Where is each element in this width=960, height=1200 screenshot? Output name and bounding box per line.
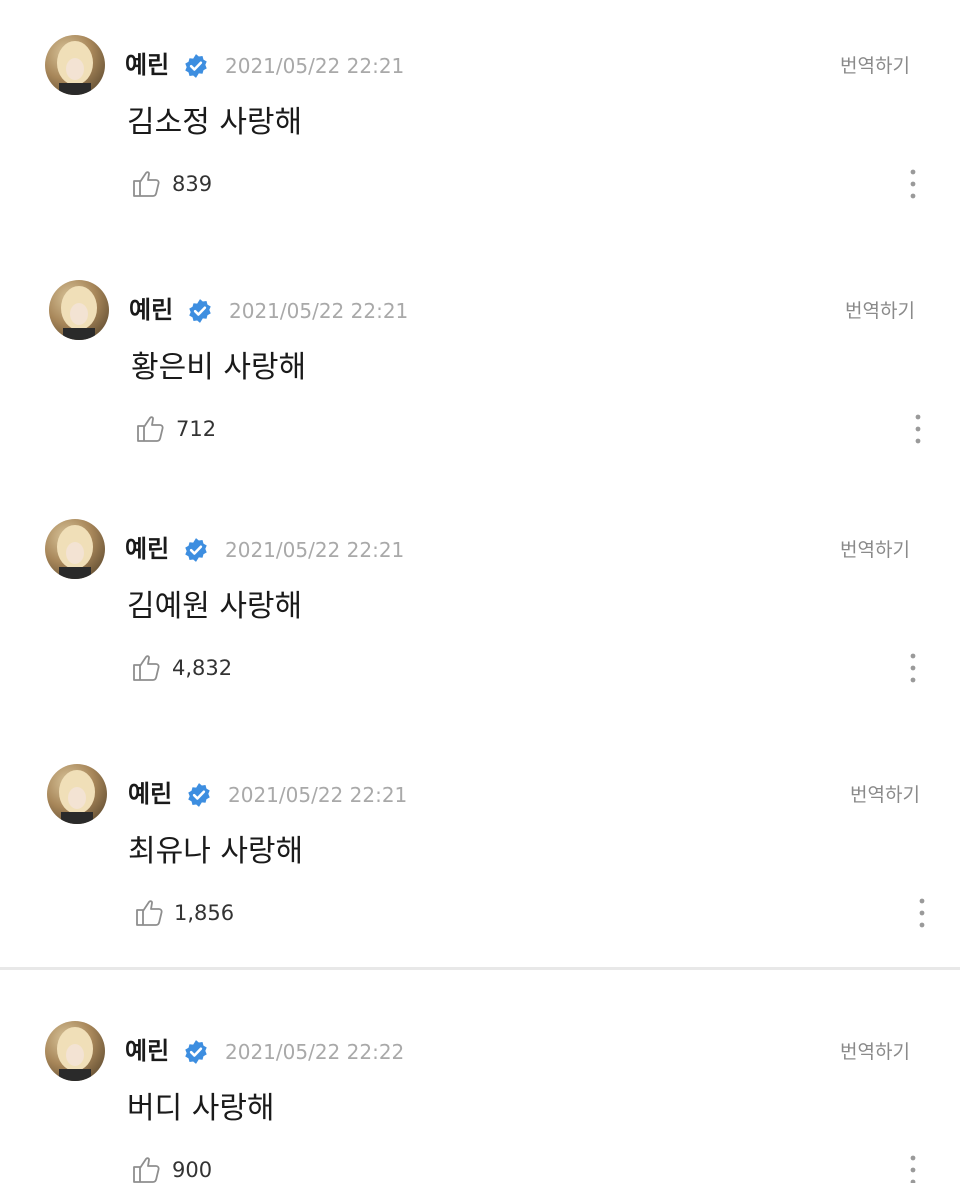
- author-name: 예린: [129, 296, 174, 324]
- comment-item: 예린 2021/05/22 22:22 번역하기 버디 사랑해 900: [0, 1021, 960, 1200]
- verified-badge-icon: [185, 538, 207, 562]
- author-name: 예린: [125, 51, 170, 79]
- translate-button[interactable]: 번역하기: [840, 53, 910, 79]
- verified-badge-icon: [188, 783, 210, 807]
- comment-item: 예린 2021/05/22 22:21 번역하기 최유나 사랑해 1,856: [0, 764, 960, 994]
- author-name: 예린: [125, 535, 170, 563]
- more-vertical-icon[interactable]: [910, 412, 926, 446]
- like-count: 900: [172, 1158, 213, 1182]
- verified-badge-icon: [189, 299, 211, 323]
- divider: [0, 967, 960, 970]
- like-count: 712: [176, 417, 217, 441]
- more-vertical-icon[interactable]: [905, 167, 921, 201]
- like-count: 4,832: [172, 656, 233, 680]
- verified-badge-icon: [185, 1040, 207, 1064]
- comment-text: 김소정 사랑해: [127, 105, 303, 140]
- avatar[interactable]: [49, 280, 109, 340]
- avatar[interactable]: [45, 1021, 105, 1081]
- comment-text: 김예원 사랑해: [127, 589, 303, 624]
- comment-item: 예린 2021/05/22 22:21 번역하기 김예원 사랑해 4,832: [0, 519, 960, 749]
- comment-date: 2021/05/22 22:21: [225, 538, 405, 562]
- like-count: 1,856: [174, 901, 235, 925]
- translate-button[interactable]: 번역하기: [845, 298, 915, 324]
- author-name: 예린: [125, 1037, 170, 1065]
- avatar[interactable]: [45, 519, 105, 579]
- comment-text: 버디 사랑해: [127, 1091, 275, 1126]
- thumbs-up-icon[interactable]: [131, 167, 163, 199]
- verified-badge-icon: [185, 54, 207, 78]
- more-vertical-icon[interactable]: [914, 896, 930, 930]
- more-vertical-icon[interactable]: [905, 651, 921, 685]
- comment-date: 2021/05/22 22:22: [225, 1040, 405, 1064]
- thumbs-up-icon[interactable]: [131, 1153, 163, 1185]
- avatar[interactable]: [47, 764, 107, 824]
- translate-button[interactable]: 번역하기: [840, 537, 910, 563]
- comment-item: 예린 2021/05/22 22:21 번역하기 황은비 사랑해 712: [0, 280, 960, 510]
- comment-text: 황은비 사랑해: [131, 350, 307, 385]
- comment-item: 예린 2021/05/22 22:21 번역하기 김소정 사랑해 839: [0, 35, 960, 265]
- comment-text: 최유나 사랑해: [128, 834, 304, 869]
- comment-date: 2021/05/22 22:21: [225, 54, 405, 78]
- translate-button[interactable]: 번역하기: [840, 1039, 910, 1065]
- comment-date: 2021/05/22 22:21: [228, 783, 408, 807]
- thumbs-up-icon[interactable]: [135, 412, 167, 444]
- more-vertical-icon[interactable]: [905, 1153, 921, 1183]
- like-count: 839: [172, 172, 213, 196]
- author-name: 예린: [128, 780, 173, 808]
- avatar[interactable]: [45, 35, 105, 95]
- thumbs-up-icon[interactable]: [134, 896, 166, 928]
- comment-date: 2021/05/22 22:21: [229, 299, 409, 323]
- translate-button[interactable]: 번역하기: [850, 782, 920, 808]
- thumbs-up-icon[interactable]: [131, 651, 163, 683]
